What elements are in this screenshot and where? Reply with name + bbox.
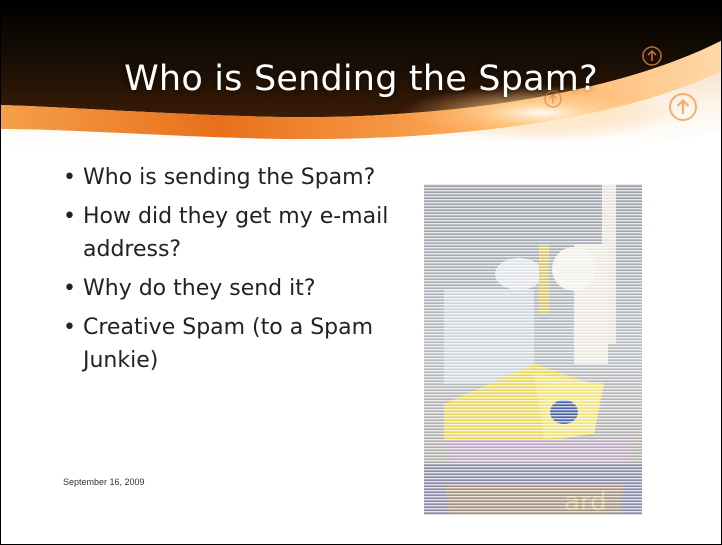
- bullet-text: Why do they send it?: [83, 276, 316, 301]
- bullet-item: • How did they get my e-mail address?: [61, 200, 391, 266]
- bullet-item: • Creative Spam (to a Spam Junkie): [61, 311, 391, 377]
- slide: Who is Sending the Spam? • Who is sendin…: [0, 0, 722, 545]
- bullet-item: • Why do they send it?: [61, 272, 391, 305]
- bullet-dot-icon: •: [63, 204, 76, 229]
- bullet-text: Who is sending the Spam?: [83, 165, 376, 190]
- bullet-dot-icon: •: [63, 276, 76, 301]
- slide-title: Who is Sending the Spam?: [124, 59, 598, 99]
- bullet-dot-icon: •: [63, 165, 76, 190]
- footer-date: September 16, 2009: [63, 477, 145, 487]
- bullet-text: How did they get my e-mail address?: [83, 204, 389, 262]
- slide-photo: ard: [424, 184, 642, 515]
- bullet-text: Creative Spam (to a Spam Junkie): [83, 315, 374, 373]
- bullet-dot-icon: •: [63, 315, 76, 340]
- bullet-list: • Who is sending the Spam? • How did the…: [61, 161, 391, 383]
- bullet-item: • Who is sending the Spam?: [61, 161, 391, 194]
